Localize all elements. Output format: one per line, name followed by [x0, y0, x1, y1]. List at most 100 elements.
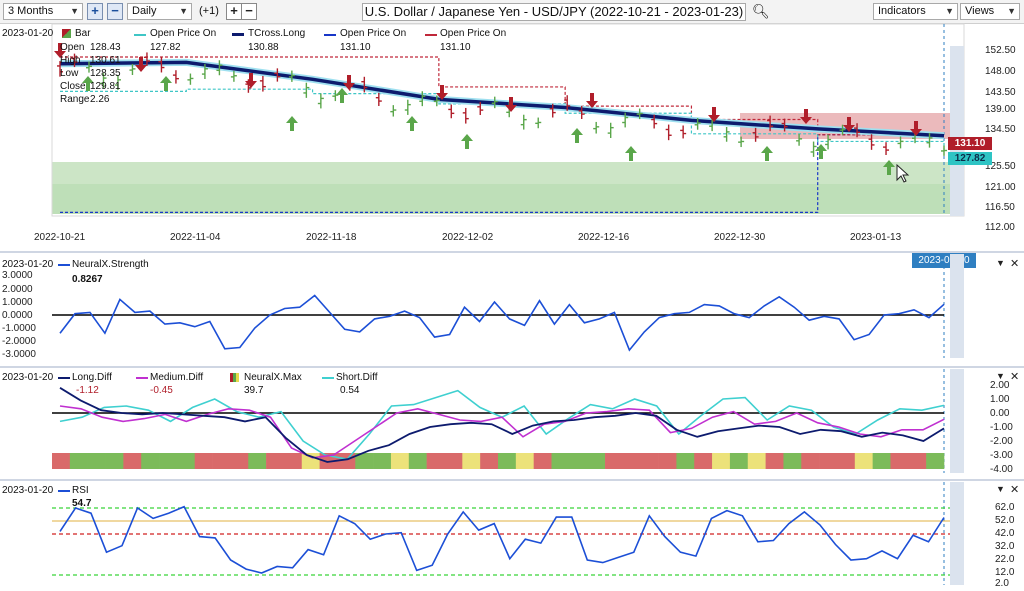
strip-cell [747, 453, 766, 469]
rsi-panel[interactable]: 2023-01-20 RSI 54.7 62.0 52.0 42.0 32.0 … [0, 482, 1024, 591]
legend-bar: Bar [75, 28, 91, 39]
y-tick: 0.00 [990, 408, 1010, 419]
diff-panel[interactable]: 2023-01-20 Long.Diff -1.12 Medium.Diff -… [0, 369, 1024, 479]
range-select[interactable]: 3 Months ▼ [3, 3, 83, 20]
strip-cell [230, 453, 249, 469]
shift-plus-button[interactable]: + [226, 3, 242, 20]
panel-separator[interactable] [0, 366, 1024, 368]
close-icon[interactable]: ✕ [1010, 257, 1019, 270]
strip-cell [569, 453, 588, 469]
buy-arrow-icon [461, 134, 473, 149]
y-tick: 3.0000 [2, 270, 33, 281]
neural-chart[interactable] [0, 254, 1024, 366]
y-tick: 62.0 [995, 502, 1015, 513]
y-tick: 1.0000 [2, 297, 33, 308]
x-tick: 2022-11-18 [306, 232, 357, 243]
range-value: 3 Months [8, 5, 54, 17]
y-tick: 2.0000 [2, 284, 33, 295]
shift-minus-button[interactable]: − [241, 3, 257, 20]
legend-close-label: Close [60, 81, 86, 92]
collapse-icon[interactable]: ▼ [996, 371, 1005, 381]
buy-arrow-icon [625, 146, 637, 161]
instrument-title[interactable]: U.S. Dollar / Japanese Yen - USD/JPY (20… [362, 3, 746, 21]
bar-icon [62, 29, 71, 38]
panel-date: 2023-01-20 [2, 485, 54, 496]
buy-arrow-icon [406, 116, 418, 131]
neuralx-max-strip [52, 453, 945, 469]
y-tick: 134.50 [985, 124, 1016, 135]
long-value: -1.12 [76, 385, 99, 396]
strip-cell [640, 453, 659, 469]
max-value: 39.7 [244, 385, 264, 396]
strip-cell [729, 453, 749, 469]
close-icon[interactable]: ✕ [1010, 483, 1019, 496]
price-chart[interactable] [0, 23, 1024, 250]
strip-cell [212, 453, 231, 469]
y-tick: -3.00 [990, 450, 1013, 461]
rsi-chart[interactable] [0, 482, 1024, 591]
y-tick: 139.00 [985, 104, 1016, 115]
legend-opo2-label: Open Price On [340, 28, 407, 39]
strip-cell [783, 453, 802, 469]
panel-separator[interactable] [0, 479, 1024, 481]
strip-cell [194, 453, 213, 469]
strip-cell [159, 453, 178, 469]
x-tick: 2022-11-04 [170, 232, 221, 243]
chevron-down-icon: ▼ [179, 6, 188, 16]
x-tick: 2022-12-02 [442, 232, 494, 243]
chevron-down-icon: ▼ [70, 6, 79, 16]
x-tick: 2023-01-13 [850, 232, 902, 243]
opo3-swatch [425, 34, 437, 36]
strip-cell [426, 453, 445, 469]
views-select[interactable]: Views ▼ [960, 3, 1020, 20]
legend-tcross-value: 130.88 [248, 42, 279, 53]
legend-opo1-value: 127.82 [150, 42, 181, 53]
price-tag-cyan: 127.82 [948, 152, 992, 165]
close-icon[interactable]: ✕ [1010, 370, 1019, 383]
rsi-name: RSI [72, 485, 89, 496]
strip-cell [712, 453, 731, 469]
strip-cell [69, 453, 88, 469]
strip-cell [105, 453, 124, 469]
x-tick: 2022-10-21 [34, 232, 86, 243]
y-tick: 148.00 [985, 66, 1016, 77]
zoom-out-button[interactable]: − [107, 3, 123, 20]
strip-cell [283, 453, 303, 469]
legend-open-label: Open [60, 42, 85, 53]
short-label: Short.Diff [336, 372, 378, 383]
interval-select[interactable]: Daily ▼ [127, 3, 192, 20]
panel-date: 2023-01-20 [2, 372, 54, 383]
neural-panel[interactable]: 2023-01-20 NeuralX.Strength 0.8267 3.000… [0, 254, 1024, 366]
strip-cell [248, 453, 267, 469]
strip-cell [801, 453, 820, 469]
strip-cell [908, 453, 927, 469]
collapse-icon[interactable]: ▼ [996, 484, 1005, 494]
strip-cell [480, 453, 499, 469]
future-area [950, 46, 964, 216]
legend-close-value: 129.81 [90, 81, 121, 92]
strip-cell [872, 453, 891, 469]
zoom-in-button[interactable]: + [87, 3, 103, 20]
strip-cell [87, 453, 106, 469]
y-tick: 2.0 [995, 578, 1009, 589]
collapse-icon[interactable]: ▼ [996, 258, 1005, 268]
price-panel[interactable]: 2023-01-20 Bar Open 128.43 High 130.61 L… [0, 23, 1024, 268]
neural-strength-line [59, 294, 945, 352]
buy-arrow-icon [286, 116, 298, 131]
buy-arrow-icon [160, 76, 172, 91]
indicators-select[interactable]: Indicators ▼ [873, 3, 958, 20]
y-tick: 152.50 [985, 45, 1016, 56]
strip-cell [498, 453, 517, 469]
search-icon[interactable]: 🔍︎ [752, 3, 770, 20]
strip-cell [587, 453, 606, 469]
x-tick: 2022-12-30 [714, 232, 766, 243]
future-area [950, 254, 964, 358]
strip-cell [765, 453, 784, 469]
neural-name: NeuralX.Strength [72, 259, 149, 270]
panel-separator[interactable] [0, 251, 1024, 253]
opo1-swatch [134, 34, 146, 36]
legend-date: 2023-01-20 [2, 28, 54, 39]
legend-opo3-value: 131.10 [440, 42, 471, 53]
x-tick: 2022-12-16 [578, 232, 630, 243]
sell-arrow-icon [245, 73, 257, 88]
